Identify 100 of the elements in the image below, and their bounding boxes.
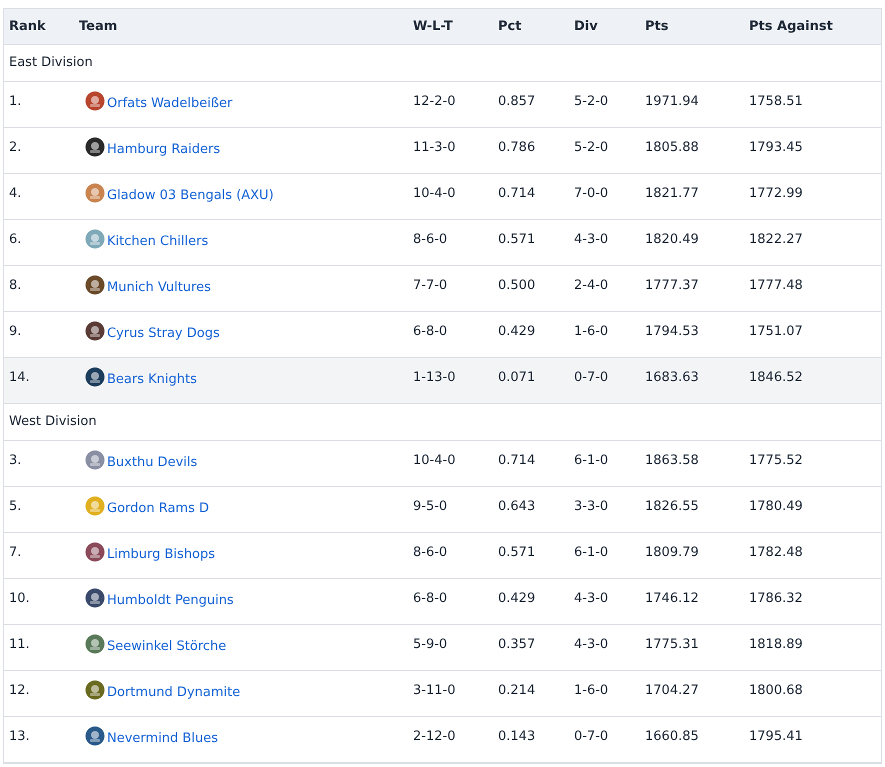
table-cell: 11-3-0 (413, 140, 456, 155)
table-cell: 1795.41 (749, 729, 803, 744)
table-cell: 3-3-0 (574, 499, 608, 514)
table-cell: 7-0-0 (574, 186, 608, 201)
rank-cell: 3. (9, 453, 22, 468)
rank-cell: 13. (9, 729, 30, 744)
table-cell: 3-11-0 (413, 683, 456, 698)
table-cell: 1782.48 (749, 545, 803, 560)
table-cell: 4-3-0 (574, 591, 608, 606)
rank-cell: 9. (9, 324, 22, 339)
rank-cell: 8. (9, 278, 22, 293)
team-link[interactable]: Seewinkel Störche (107, 637, 226, 656)
table-cell: 1809.79 (645, 545, 699, 560)
table-cell: 6-1-0 (574, 453, 608, 468)
table-cell: 1704.27 (645, 683, 699, 698)
rank-cell: 14. (9, 370, 30, 385)
team-link[interactable]: Cyrus Stray Dogs (107, 324, 220, 344)
rank-cell: 7. (9, 545, 22, 560)
column-header: Div (574, 18, 598, 34)
rank-cell: 11. (9, 637, 30, 652)
team-link[interactable]: Humboldt Penguins (107, 591, 234, 610)
team-link[interactable]: Limburg Bishops (107, 545, 216, 564)
rank-cell: 4. (9, 186, 22, 201)
table-cell: 1793.45 (749, 140, 803, 155)
table-cell: 1-6-0 (574, 683, 608, 698)
team-link[interactable]: Bears Knights (107, 370, 197, 390)
table-cell: 0.571 (498, 545, 536, 560)
table-cell: 1794.53 (645, 324, 699, 339)
table-cell: 5-2-0 (574, 140, 608, 155)
table-cell: 0.643 (498, 499, 536, 514)
table-cell: 1805.88 (645, 140, 699, 155)
team-link[interactable]: Gordon Rams D (107, 499, 210, 518)
rank-cell: 6. (9, 232, 22, 247)
table-cell: 1846.52 (749, 370, 803, 385)
table-cell: 0.429 (498, 324, 536, 339)
team-link[interactable]: Dortmund Dynamite (107, 683, 240, 702)
column-header: W-L-T (413, 18, 453, 34)
table-cell: 6-1-0 (574, 545, 608, 560)
table-cell: 4-3-0 (574, 637, 608, 652)
table-cell: 6-8-0 (413, 591, 448, 606)
table-cell: 1758.51 (749, 94, 803, 109)
team-link[interactable]: Hamburg Raiders (107, 140, 220, 160)
table-cell: 6-8-0 (413, 324, 448, 339)
table-cell: 0.857 (498, 94, 536, 109)
table-cell: 1780.49 (749, 499, 803, 514)
table-cell: 1971.94 (645, 94, 699, 109)
table-cell: 10-4-0 (413, 453, 456, 468)
table-cell: 1818.89 (749, 637, 803, 652)
table-cell: 8-6-0 (413, 545, 448, 560)
table-cell: 0.357 (498, 637, 536, 652)
table-cell: 1820.49 (645, 232, 699, 247)
table-cell: 1800.68 (749, 683, 803, 698)
table-cell: 1786.32 (749, 591, 803, 606)
table-cell: 1746.12 (645, 591, 699, 606)
table-cell: 7-7-0 (413, 278, 448, 293)
table-cell: 0.071 (498, 370, 536, 385)
team-link[interactable]: Orfats Wadelbeißer (107, 94, 232, 114)
team-link[interactable]: Munich Vultures (107, 278, 211, 298)
table-cell: 1772.99 (749, 186, 803, 201)
table-cell: 1660.85 (645, 729, 699, 744)
table-cell: 1777.37 (645, 278, 699, 293)
table-cell: 5-2-0 (574, 94, 608, 109)
rank-cell: 5. (9, 499, 22, 514)
team-link[interactable]: Gladow 03 Bengals (AXU) (107, 186, 274, 206)
column-header: Rank (8, 18, 46, 34)
table-cell: 9-5-0 (413, 499, 448, 514)
team-link[interactable]: Kitchen Chillers (107, 232, 208, 252)
table-cell: 1775.31 (645, 637, 699, 652)
column-header: Pts (645, 18, 668, 34)
rank-cell: 1. (9, 94, 22, 109)
table-cell: 2-4-0 (574, 278, 608, 293)
rank-cell: 2. (9, 140, 22, 155)
table-cell: 4-3-0 (574, 232, 608, 247)
table-cell: 1-13-0 (413, 370, 456, 385)
table-cell: 2-12-0 (413, 729, 456, 744)
table-cell: 1-6-0 (574, 324, 608, 339)
table-cell: 0.786 (498, 140, 536, 155)
table-cell: 1822.27 (749, 232, 803, 247)
division-heading: West Division (9, 413, 97, 432)
table-cell: 0.143 (498, 729, 536, 744)
table-cell: 8-6-0 (413, 232, 448, 247)
rank-cell: 12. (9, 683, 30, 698)
division-heading: East Division (9, 54, 93, 72)
table-cell: 0.714 (498, 186, 536, 201)
table-cell: 10-4-0 (413, 186, 456, 201)
table-cell: 1775.52 (749, 453, 803, 468)
table-cell: 0.429 (498, 591, 536, 606)
team-link[interactable]: Nevermind Blues (107, 729, 218, 748)
table-cell: 0-7-0 (574, 729, 608, 744)
team-link[interactable]: Buxthu Devils (107, 453, 198, 472)
rank-cell: 10. (9, 591, 30, 606)
table-cell: 12-2-0 (413, 94, 456, 109)
table-cell: 0.214 (498, 683, 536, 698)
table-cell: 0.500 (498, 278, 536, 293)
table-cell: 1821.77 (645, 186, 699, 201)
table-cell: 0.571 (498, 232, 536, 247)
table-cell: 0-7-0 (574, 370, 608, 385)
column-header: Team (79, 18, 118, 34)
table-cell: 1826.55 (645, 499, 699, 514)
table-cell: 1683.63 (645, 370, 699, 385)
